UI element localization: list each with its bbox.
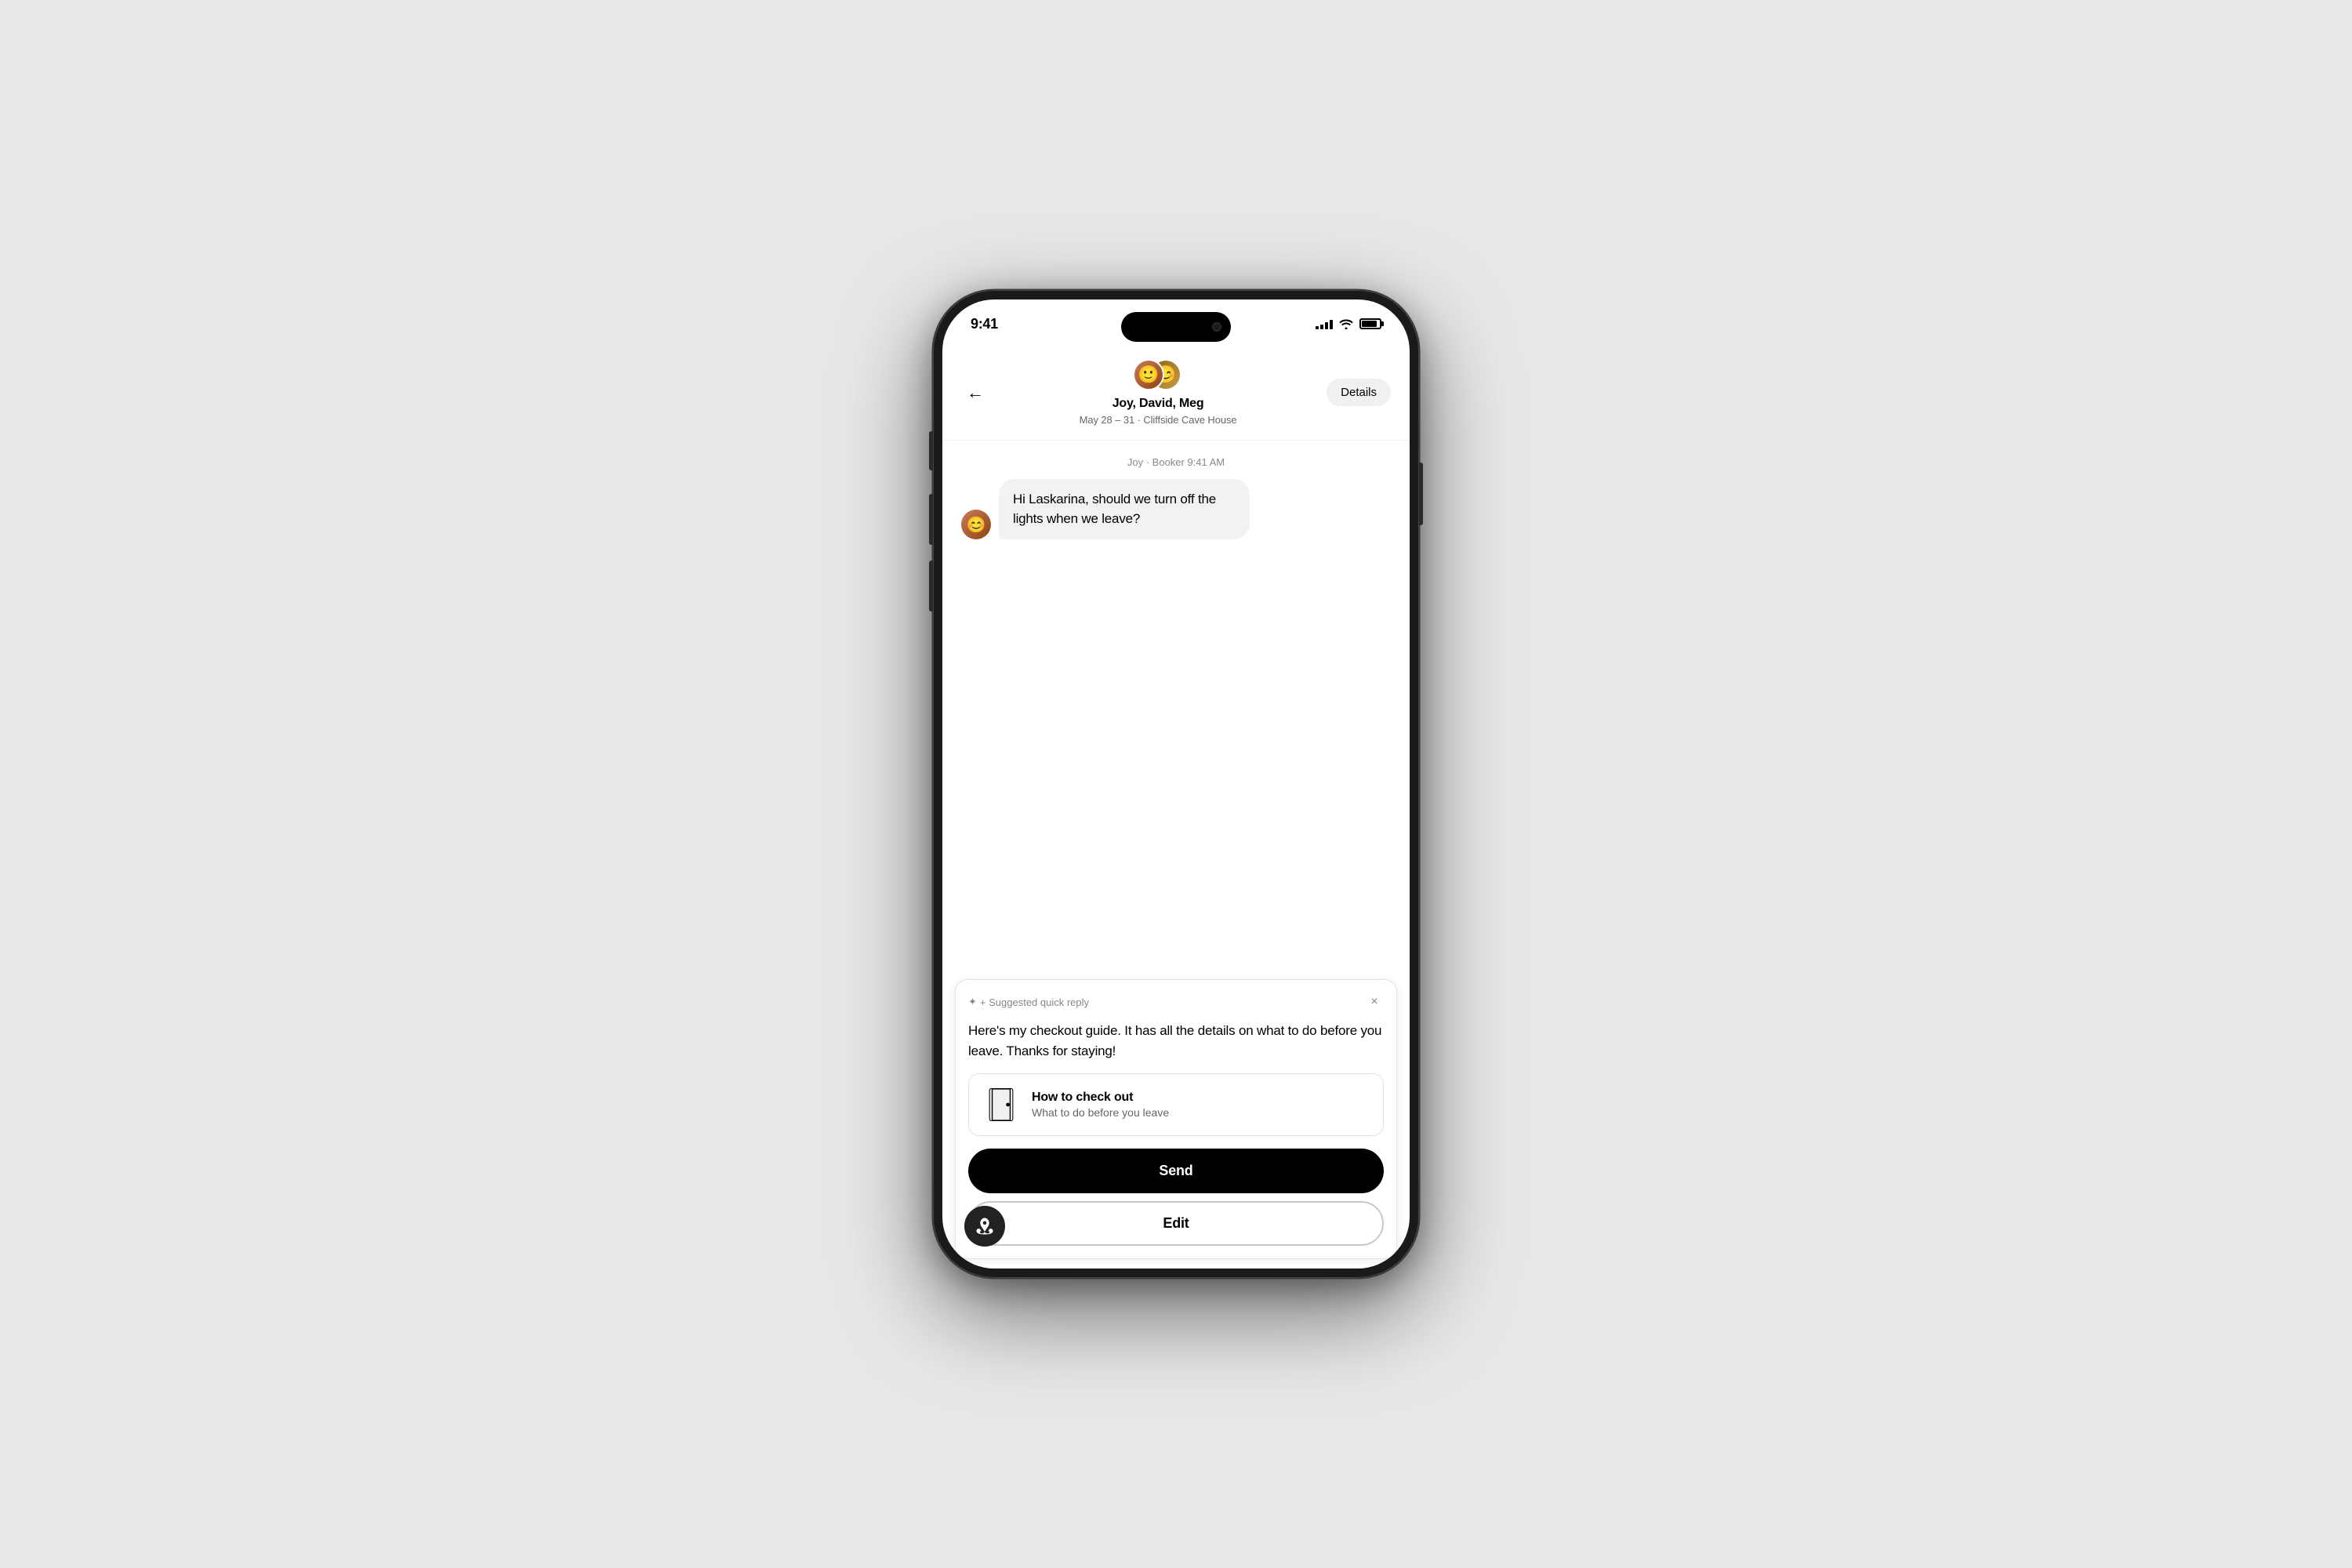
message-row: 😊 Hi Laskarina, should we turn off the l… <box>961 479 1391 539</box>
checkout-subtitle: What to do before you leave <box>1032 1106 1369 1119</box>
phone-frame: 9:41 <box>933 290 1419 1278</box>
message-text: Hi Laskarina, should we turn off the lig… <box>1013 492 1216 526</box>
front-camera <box>1212 322 1221 332</box>
back-arrow-icon: ← <box>967 383 984 403</box>
avatar-joy: 🙂 <box>1133 359 1164 390</box>
sparkle-icon: ✦ <box>968 996 977 1008</box>
wifi-icon <box>1339 318 1353 329</box>
action-buttons: Send Edit <box>968 1149 1384 1246</box>
suggested-reply-container: ✦ + Suggested quick reply × Here's my ch… <box>955 979 1397 1259</box>
trip-info: May 28 – 31 · Cliffside Cave House <box>1080 414 1237 426</box>
reply-text: Here's my checkout guide. It has all the… <box>968 1021 1384 1061</box>
phone-screen: 9:41 <box>942 299 1410 1269</box>
chat-header: ← 🙂 😊 Joy, David, Meg May 28 – 31 · Clif… <box>942 348 1410 441</box>
back-button[interactable]: ← <box>961 379 989 407</box>
app-content: ← 🙂 😊 Joy, David, Meg May 28 – 31 · Clif… <box>942 348 1410 1269</box>
checkout-door-icon <box>983 1087 1019 1123</box>
dynamic-island <box>1121 312 1231 342</box>
message-bubble: Hi Laskarina, should we turn off the lig… <box>999 479 1250 539</box>
avatar-group: 🙂 😊 <box>1133 359 1183 394</box>
sender-avatar: 😊 <box>961 510 991 539</box>
volume-down-button <box>929 561 933 612</box>
chat-area: Joy · Booker 9:41 AM 😊 Hi Laskarina, sho… <box>942 441 1410 979</box>
send-button[interactable]: Send <box>968 1149 1384 1193</box>
checkout-title: How to check out <box>1032 1091 1369 1105</box>
signal-icon <box>1316 318 1333 329</box>
checkout-info: How to check out What to do before you l… <box>1032 1091 1369 1119</box>
message-meta: Joy · Booker 9:41 AM <box>961 456 1391 468</box>
battery-icon <box>1359 318 1381 329</box>
status-icons <box>1316 318 1381 329</box>
airbnb-fab[interactable] <box>964 1206 1005 1247</box>
checkout-card[interactable]: How to check out What to do before you l… <box>968 1073 1384 1136</box>
header-center: 🙂 😊 Joy, David, Meg May 28 – 31 · Cliffs… <box>1080 359 1237 426</box>
door-svg <box>987 1088 1015 1121</box>
status-time: 9:41 <box>971 316 998 332</box>
participants-name: Joy, David, Meg <box>1112 397 1204 411</box>
details-button[interactable]: Details <box>1327 379 1391 406</box>
suggested-label: ✦ + Suggested quick reply <box>968 996 1089 1008</box>
edit-button[interactable]: Edit <box>968 1201 1384 1246</box>
airbnb-logo-icon <box>974 1215 996 1237</box>
suggested-reply-header: ✦ + Suggested quick reply × <box>968 993 1384 1011</box>
volume-up-button <box>929 494 933 545</box>
close-button[interactable]: × <box>1365 993 1384 1011</box>
